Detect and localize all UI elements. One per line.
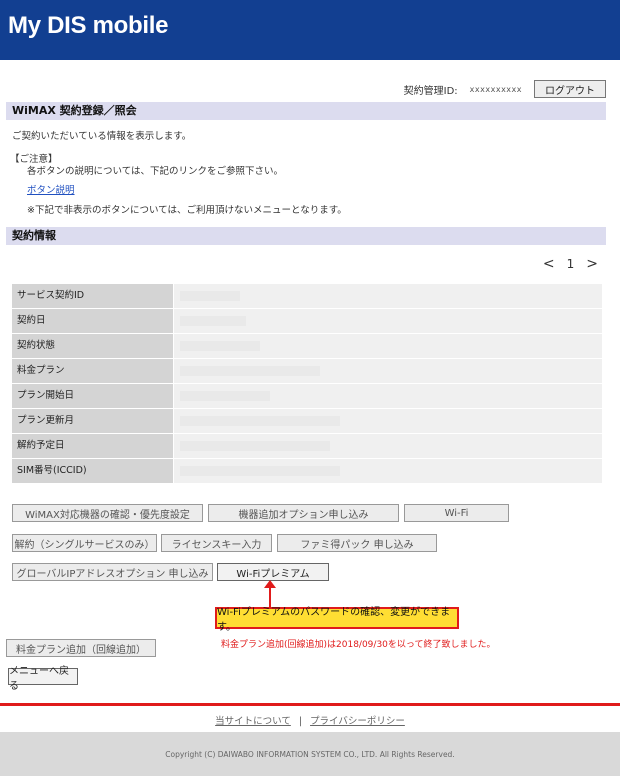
row-value-redacted [174, 459, 602, 483]
footer-divider [0, 703, 620, 706]
button-help-link[interactable]: ボタン説明 [27, 182, 75, 196]
table-row: プラン開始日 [12, 384, 602, 408]
contract-id-label: 契約管理ID: [403, 85, 458, 97]
pager: < 1 > [531, 256, 598, 272]
table-row: 契約日 [12, 309, 602, 333]
privacy-policy-link[interactable]: プライバシーポリシー [310, 716, 405, 727]
row-label: 解約予定日 [12, 434, 173, 458]
table-row: サービス契約ID [12, 284, 602, 308]
logout-button[interactable]: ログアウト [534, 80, 606, 98]
prev-page-icon[interactable]: < [543, 256, 555, 272]
footer-separator: | [298, 716, 303, 727]
row-value-redacted [174, 434, 602, 458]
contract-info-table: サービス契約ID 契約日 契約状態 料金プラン プラン開始日 プラン更新月 解約… [12, 284, 602, 484]
global-ip-option-button[interactable]: グローバルIPアドレスオプション 申し込み [12, 563, 213, 581]
table-row: SIM番号(ICCID) [12, 459, 602, 483]
row-value-redacted [174, 384, 602, 408]
table-row: プラン更新月 [12, 409, 602, 433]
device-check-button[interactable]: WiMAX対応機器の確認・優先度設定 [12, 504, 203, 522]
site-logo[interactable]: My DIS mobile [8, 12, 168, 40]
row-label: プラン更新月 [12, 409, 173, 433]
row-value-redacted [174, 284, 602, 308]
row-label: 料金プラン [12, 359, 173, 383]
wifi-premium-button[interactable]: Wi-Fiプレミアム [217, 563, 329, 581]
plan-add-ended-note: 料金プラン追加(回線追加)は2018/09/30を以って終了致しました。 [221, 640, 496, 650]
about-site-link[interactable]: 当サイトについて [215, 716, 291, 727]
back-to-menu-button[interactable]: メニューへ戻る [8, 666, 78, 692]
current-page: 1 [566, 257, 575, 271]
site-header: My DIS mobile [0, 0, 620, 60]
row-label: 契約状態 [12, 334, 173, 358]
table-row: 契約状態 [12, 334, 602, 358]
device-add-option-button[interactable]: 機器追加オプション申し込み [208, 504, 399, 522]
table-row: 解約予定日 [12, 434, 602, 458]
copyright-text: Copyright (C) DAIWABO INFORMATION SYSTEM… [165, 750, 455, 759]
license-key-button[interactable]: ライセンスキー入力 [161, 534, 272, 552]
row-value-redacted [174, 359, 602, 383]
notice-text: 各ボタンの説明については、下記のリンクをご参照下さい。 [27, 166, 284, 177]
cancel-single-button[interactable]: 解約（シングルサービスのみ） [12, 534, 157, 552]
wifi-button[interactable]: Wi-Fi [404, 504, 509, 522]
row-value-redacted [174, 409, 602, 433]
section-title-contract: 契約情報 [6, 227, 606, 245]
account-bar: 契約管理ID: xxxxxxxxxx ログアウト [404, 80, 606, 98]
row-label: SIM番号(ICCID) [12, 459, 173, 483]
row-value-redacted [174, 334, 602, 358]
row-value-redacted [174, 309, 602, 333]
row-label: プラン開始日 [12, 384, 173, 408]
section-title-wimax: WiMAX 契約登録／照会 [6, 102, 606, 120]
wifi-premium-callout: Wi-Fiプレミアムのパスワードの確認、変更ができます。 [215, 607, 459, 633]
contract-id-value: xxxxxxxxxx [469, 84, 522, 94]
row-label: 契約日 [12, 309, 173, 333]
family-pack-button[interactable]: ファミ得パック 申し込み [277, 534, 437, 552]
table-row: 料金プラン [12, 359, 602, 383]
plan-add-button[interactable]: 料金プラン追加（回線追加） [6, 639, 156, 657]
row-label: サービス契約ID [12, 284, 173, 308]
footer-links: 当サイトについて | プライバシーポリシー [0, 713, 620, 727]
hidden-button-note: ※下記で非表示のボタンについては、ご利用頂けないメニューとなります。 [27, 205, 347, 216]
intro-text: ご契約いただいている情報を表示します。 [12, 131, 192, 142]
next-page-icon[interactable]: > [586, 256, 598, 272]
